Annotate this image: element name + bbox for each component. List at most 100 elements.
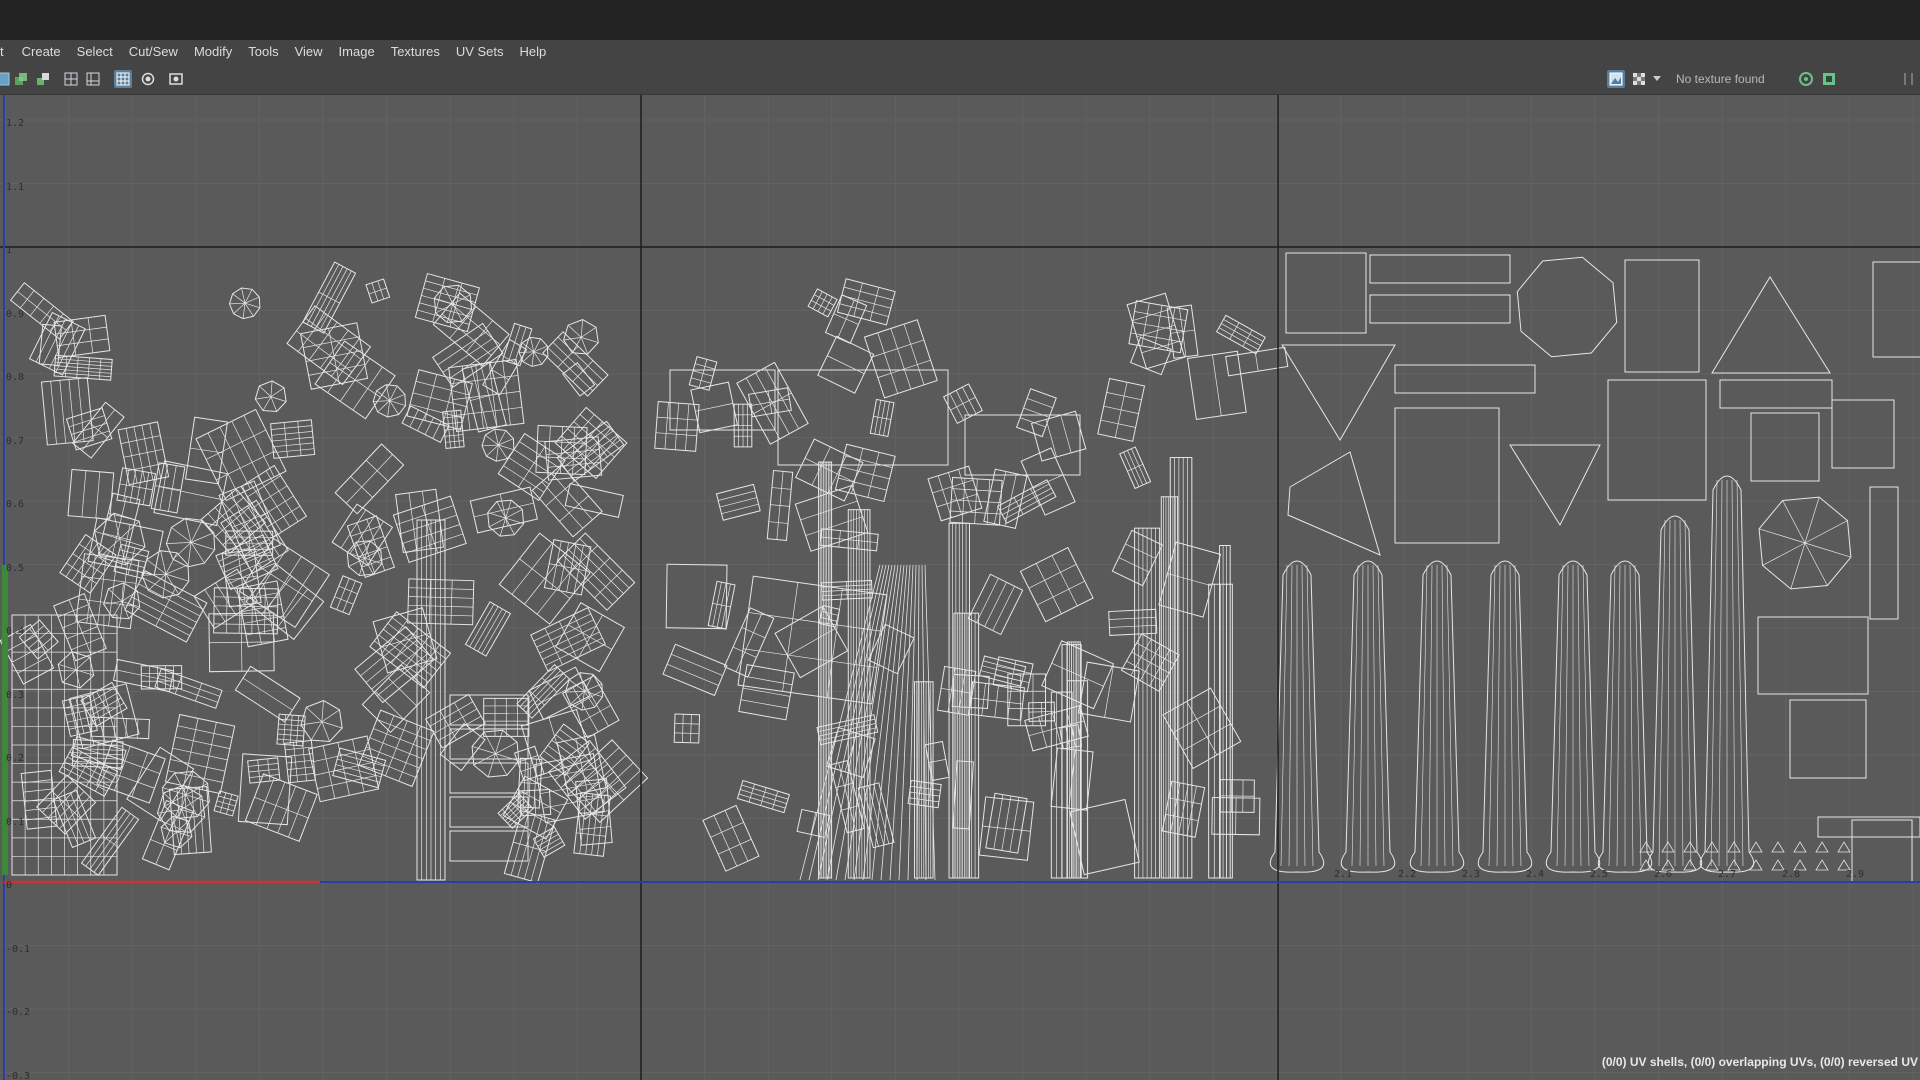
uv-shell (244, 773, 318, 842)
uv-shell (228, 287, 261, 320)
uv-shell (464, 601, 512, 657)
uv-shell (1815, 859, 1829, 871)
menu-item-textures[interactable]: Textures (383, 40, 448, 64)
menu-item-uv[interactable]: t (0, 40, 14, 64)
uv-shell (715, 483, 761, 521)
pixel-snap-icon[interactable] (84, 70, 102, 88)
uv-toolbar: No texture found (0, 64, 1920, 95)
shaded-uv-icon[interactable] (12, 70, 30, 88)
menu-item-help[interactable]: Help (512, 40, 555, 64)
v-axis-label: -0.2 (6, 1007, 31, 1018)
uv-shell (150, 462, 186, 514)
uv-shell (665, 563, 728, 630)
menu-item-tools[interactable]: Tools (240, 40, 286, 64)
uv-shell (80, 806, 140, 876)
menu-item-cut-sew[interactable]: Cut/Sew (121, 40, 186, 64)
u-tick-label: 2.6 (1654, 869, 1673, 880)
uv-shell (346, 540, 383, 577)
uv-shell (332, 747, 387, 789)
uv-shell (1750, 412, 1820, 482)
uv-shell (416, 519, 446, 881)
checker-icon[interactable] (1630, 70, 1648, 88)
uv-shell (968, 681, 1026, 721)
grid-icon[interactable] (62, 70, 80, 88)
tile-borders (0, 95, 1920, 1080)
menu-item-modify[interactable]: Modify (186, 40, 240, 64)
uv-shell (1815, 841, 1829, 853)
panel-toggle-icon[interactable] (1900, 70, 1918, 88)
uv-shell (156, 784, 206, 833)
v-axis-label: 0.1 (6, 816, 25, 828)
uv-shell (407, 578, 475, 626)
menu-item-select[interactable]: Select (69, 40, 121, 64)
uv-shell (1134, 527, 1161, 879)
uv-shell (817, 335, 875, 394)
v-axis-label: 1 (6, 245, 13, 256)
uv-shell (556, 734, 607, 797)
uv-editor-viewport[interactable]: 1.2 1.1 1 0.9 0.8 0.7 0.6 0.5 0.4 0.3 0.2 0.1 0 -0.1 -… (0, 95, 1920, 1080)
selection-marker (2, 565, 8, 875)
uv-shell (90, 716, 150, 740)
uv-shell (1215, 314, 1266, 355)
uv-shell (1639, 841, 1653, 853)
uv-shells-tile-2[interactable] (654, 278, 1289, 881)
uv-shell (707, 580, 736, 630)
v-axis-label: 0.7 (6, 435, 25, 447)
uv-shell (72, 401, 125, 459)
minor-grid (0, 95, 1920, 1080)
uv-shell (96, 739, 166, 804)
uv-shell (1394, 364, 1536, 394)
uv-shell (834, 443, 896, 503)
screenshot-icon[interactable] (167, 70, 185, 88)
uv-shell (184, 416, 229, 485)
uv-shell (702, 804, 760, 872)
uv-shell (1066, 641, 1081, 879)
uv-shell (1160, 496, 1179, 879)
uv-shell (1020, 447, 1076, 516)
dropdown-icon[interactable] (1652, 70, 1662, 88)
uv-shell (112, 658, 175, 693)
uv-shell (1793, 841, 1807, 853)
uv-shell (836, 278, 896, 326)
uv-shell (1607, 379, 1707, 501)
menu-item-image[interactable]: Image (331, 40, 383, 64)
uv-axes (2, 95, 1920, 1080)
uv-shell (1705, 841, 1719, 853)
refresh-texture-icon[interactable] (1797, 70, 1815, 88)
uv-shell (673, 713, 701, 744)
uv-shell (116, 467, 156, 507)
uv-shell (1639, 859, 1653, 871)
menu-item-uv-sets[interactable]: UV Sets (448, 40, 512, 64)
distortion-icon[interactable] (34, 70, 52, 88)
uv-shell (1831, 399, 1895, 469)
uv-shells-tile-1[interactable] (0, 261, 649, 884)
uv-shell (346, 515, 396, 579)
uv-shell (40, 377, 94, 446)
uv-shell (807, 288, 838, 318)
uv-shell (153, 460, 228, 527)
display-grid-icon[interactable] (114, 70, 132, 88)
uv-shell (1749, 841, 1763, 853)
uv-shell (35, 774, 97, 835)
uv-shell (53, 592, 107, 662)
filter-icon[interactable] (139, 70, 157, 88)
uv-shell (1661, 841, 1675, 853)
uv-shell (1509, 444, 1601, 527)
window-titlebar (0, 0, 1920, 41)
uv-shell (1683, 859, 1697, 871)
display-image-icon[interactable] (1607, 70, 1625, 88)
v-axis-label: 0.5 (6, 562, 25, 574)
image-settings-icon[interactable] (1820, 70, 1838, 88)
uv-shell (1129, 336, 1172, 376)
uv-shell (936, 665, 977, 716)
uv-shell (334, 443, 405, 515)
uv-shell (213, 790, 239, 817)
menu-item-view[interactable]: View (287, 40, 331, 64)
menu-item-create[interactable]: Create (14, 40, 69, 64)
uv-shell (449, 762, 529, 794)
uv-canvas[interactable] (0, 95, 1920, 1080)
uv-shell-column (1699, 475, 1755, 873)
uv-tile-icon[interactable] (0, 70, 12, 88)
uv-shell (329, 575, 363, 616)
uv-shell (361, 664, 431, 734)
